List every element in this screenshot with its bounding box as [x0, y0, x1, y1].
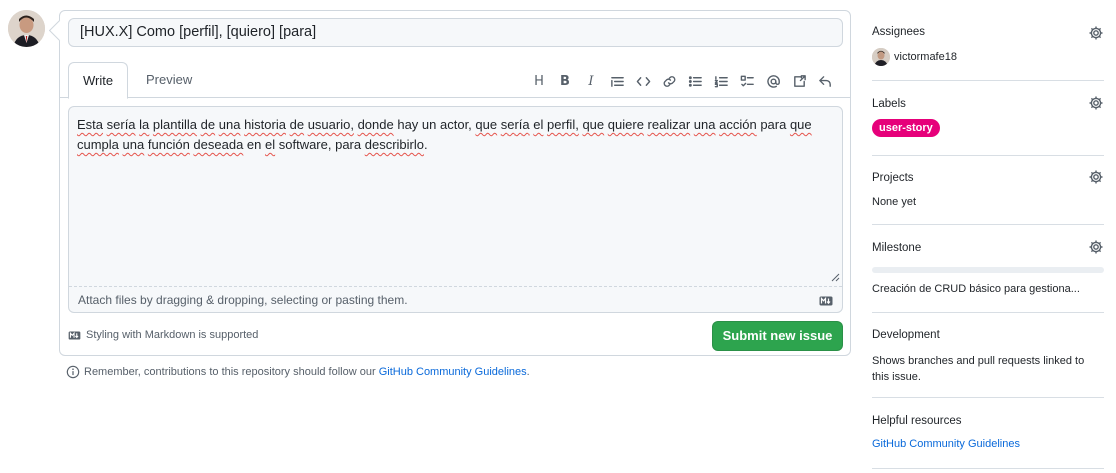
- body-word: función: [147, 137, 190, 152]
- attach-files-hint: Attach files by dragging & dropping, sel…: [78, 293, 408, 307]
- editor-tabbar: Write Preview H B I: [60, 62, 850, 99]
- milestone-progress-bar: [872, 267, 1104, 273]
- info-icon: [66, 365, 80, 379]
- avatar: [8, 10, 45, 47]
- milestone-section: Milestone Creación de CRUD básico para g…: [872, 225, 1104, 313]
- body-word: realizar: [647, 117, 691, 132]
- composer-footer: Styling with Markdown is supported Submi…: [68, 321, 843, 351]
- milestone-heading[interactable]: Milestone: [872, 242, 921, 254]
- body-word: de: [200, 117, 216, 132]
- body-word: software, para: [275, 137, 365, 152]
- body-word: una: [693, 117, 716, 132]
- quote-icon[interactable]: [604, 71, 630, 91]
- projects-heading[interactable]: Projects: [872, 172, 914, 184]
- body-word: deseada: [193, 137, 244, 152]
- reply-icon[interactable]: [812, 71, 838, 91]
- mention-icon[interactable]: [760, 71, 786, 91]
- body-word: una: [122, 137, 145, 152]
- tab-write[interactable]: Write: [68, 62, 129, 99]
- body-word: usuario,: [307, 117, 354, 132]
- body-word: que: [789, 117, 812, 132]
- body-word: plantilla: [152, 117, 198, 132]
- milestone-value[interactable]: Creación de CRUD básico para gestiona...: [872, 283, 1080, 295]
- body-word: cumpla: [77, 137, 119, 152]
- gear-icon[interactable]: [1088, 25, 1104, 41]
- bold-icon[interactable]: B: [552, 71, 578, 91]
- issue-body-textarea[interactable]: Esta sería la plantilla de una historia …: [68, 106, 843, 313]
- body-word: .: [423, 137, 428, 152]
- markdown-support-label: Styling with Markdown is supported: [86, 329, 259, 341]
- body-word: una: [218, 117, 241, 132]
- body-word: describirlo: [364, 137, 424, 152]
- body-word: donde: [357, 117, 394, 132]
- body-word: perfil,: [547, 117, 579, 132]
- helpful-resources-heading: Helpful resources: [872, 415, 962, 427]
- ordered-list-icon[interactable]: [708, 71, 734, 91]
- body-word: acción: [719, 117, 757, 132]
- reminder-text: Remember, contributions to this reposito…: [84, 366, 379, 378]
- tab-preview[interactable]: Preview: [132, 62, 206, 98]
- assignees-section: Assignees victormafe18: [872, 15, 1104, 81]
- development-description: Shows branches and pull requests linked …: [872, 355, 1085, 383]
- issue-title-input[interactable]: [HUX.X] Como [perfil], [quiero] [para]: [68, 18, 843, 47]
- heading-icon[interactable]: H: [526, 71, 552, 91]
- markdown-icon: [68, 330, 81, 340]
- issue-composer: [HUX.X] Como [perfil], [quiero] [para] W…: [59, 10, 851, 356]
- projects-value: None yet: [872, 196, 917, 208]
- body-word: sería: [500, 117, 530, 132]
- assignees-heading[interactable]: Assignees: [872, 26, 925, 38]
- link-icon[interactable]: [656, 71, 682, 91]
- body-word: historia: [244, 117, 286, 132]
- body-word: actor,: [440, 117, 472, 132]
- gear-icon[interactable]: [1088, 95, 1104, 111]
- body-word: Esta: [77, 117, 104, 132]
- markdown-icon: [819, 296, 833, 306]
- community-guidelines-link[interactable]: GitHub Community Guidelines: [379, 366, 527, 378]
- body-word: hay un: [393, 117, 440, 132]
- body-word: el: [533, 117, 544, 132]
- body-word: para: [756, 117, 790, 132]
- community-guidelines-sidebar-link[interactable]: GitHub Community Guidelines: [872, 438, 1020, 450]
- gear-icon[interactable]: [1088, 169, 1104, 185]
- markdown-support-note[interactable]: Styling with Markdown is supported: [68, 329, 258, 341]
- body-word: quiere: [607, 117, 644, 132]
- markdown-toolbar: H B I: [526, 71, 838, 91]
- issue-body-text[interactable]: Esta sería la plantilla de una historia …: [69, 107, 842, 285]
- cross-reference-icon[interactable]: [786, 71, 812, 91]
- label-user-story[interactable]: user-story: [872, 119, 940, 137]
- assignee-username[interactable]: victormafe18: [894, 51, 957, 63]
- body-word: que: [475, 117, 498, 132]
- development-section: Development Shows branches and pull requ…: [872, 313, 1104, 398]
- labels-section: Labels user-story: [872, 81, 1104, 156]
- helpful-resources-section: Helpful resources GitHub Community Guide…: [872, 398, 1104, 469]
- body-word: sería: [106, 117, 136, 132]
- submit-new-issue-button[interactable]: Submit new issue: [712, 321, 843, 351]
- development-heading: Development: [872, 329, 940, 341]
- body-word: la: [139, 117, 150, 132]
- projects-section: Projects None yet: [872, 156, 1104, 225]
- body-word: en: [243, 137, 265, 152]
- assignee-avatar[interactable]: [872, 48, 890, 66]
- italic-icon[interactable]: I: [578, 71, 604, 91]
- body-word: el: [265, 137, 276, 152]
- contribution-reminder: Remember, contributions to this reposito…: [66, 365, 530, 379]
- reminder-suffix: .: [526, 366, 530, 378]
- gear-icon[interactable]: [1088, 239, 1104, 255]
- unordered-list-icon[interactable]: [682, 71, 708, 91]
- code-icon[interactable]: [630, 71, 656, 91]
- attach-files-bar[interactable]: Attach files by dragging & dropping, sel…: [69, 286, 842, 313]
- labels-heading[interactable]: Labels: [872, 98, 906, 110]
- body-word: de: [289, 117, 305, 132]
- resize-handle-icon[interactable]: [831, 273, 840, 282]
- task-list-icon[interactable]: [734, 71, 760, 91]
- body-word: que: [582, 117, 605, 132]
